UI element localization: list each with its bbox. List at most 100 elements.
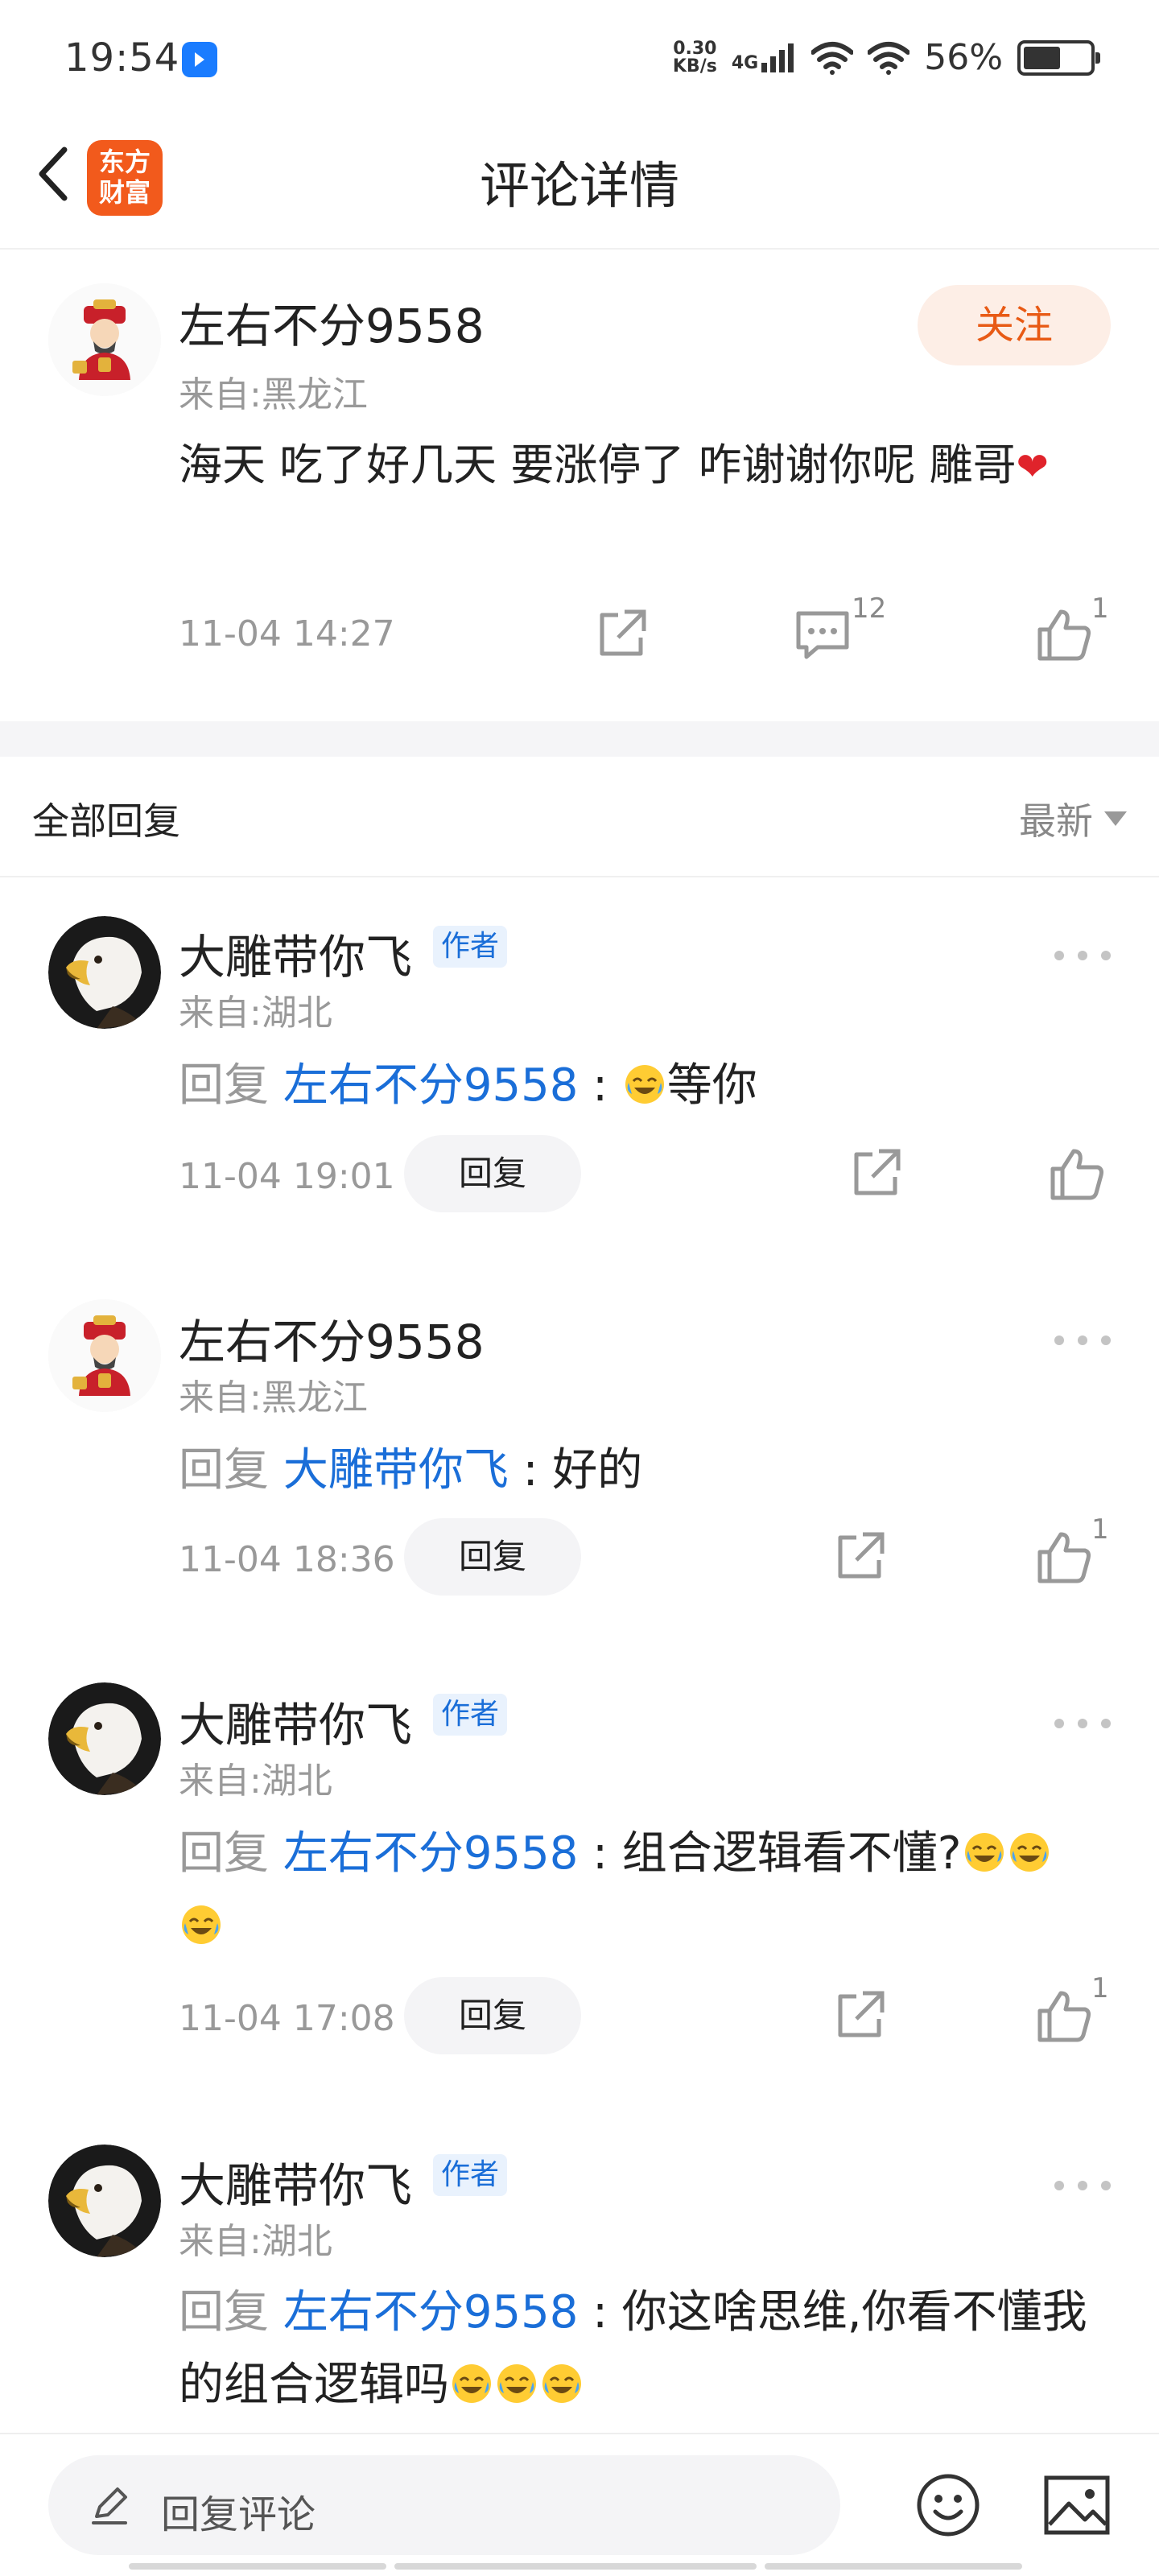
location: 来自:黑龙江 xyxy=(179,374,368,415)
avatar[interactable] xyxy=(48,283,161,396)
more-options-button[interactable] xyxy=(1054,1328,1111,1352)
avatar[interactable] xyxy=(48,916,161,1029)
username[interactable]: 左右不分9558 xyxy=(179,1304,485,1372)
reply-button[interactable]: 回复 xyxy=(404,1518,581,1596)
follow-button[interactable]: 关注 xyxy=(918,285,1111,365)
reply-button[interactable]: 回复 xyxy=(404,1977,581,2054)
share-icon xyxy=(838,1532,885,1579)
share-button[interactable] xyxy=(843,1141,908,1206)
reply-body: 等你 xyxy=(666,1059,757,1112)
author-badge: 作者 xyxy=(433,1694,508,1736)
like-count: 1 xyxy=(1091,1972,1109,2004)
reply-colon: : xyxy=(578,1059,622,1112)
comment-text: 海天 吃了好几天 要涨停了 咋谢谢你呢 雕哥❤ xyxy=(179,430,1088,502)
reply-comment-input[interactable]: 回复评论 xyxy=(48,2455,840,2555)
reply-item: 大雕带你飞 作者 来自:湖北 回复 左右不分9558 : 等你 11-04 19… xyxy=(0,879,1159,1264)
like-button[interactable] xyxy=(1032,1525,1096,1589)
caret-down-icon xyxy=(1104,811,1127,826)
reply-item: 大雕带你飞 作者 来自:湖北 回复 左右不分9558 : 组合逻辑看不懂? 11… xyxy=(0,1647,1159,2107)
laughing-crying-emoji-icon xyxy=(182,1905,221,1944)
reply-prefix: 回复 xyxy=(179,2286,283,2339)
reply-colon: : xyxy=(578,2286,622,2339)
laughing-crying-emoji-icon xyxy=(625,1065,664,1104)
home-indicator xyxy=(129,2563,1030,2570)
reply-target-user[interactable]: 左右不分9558 xyxy=(283,1059,579,1112)
reply-button[interactable]: 回复 xyxy=(404,1135,581,1212)
reply-time: 11-04 18:36 xyxy=(179,1539,395,1580)
share-icon xyxy=(854,1149,901,1195)
reply-target-user[interactable]: 大雕带你飞 xyxy=(283,1444,509,1496)
author-badge: 作者 xyxy=(433,2154,508,2196)
location: 来自:湖北 xyxy=(179,1761,332,1802)
like-count: 1 xyxy=(1091,1513,1109,1546)
like-button[interactable] xyxy=(1032,1984,1096,2048)
image-icon xyxy=(1044,2475,1110,2535)
avatar[interactable] xyxy=(48,2145,161,2257)
comment-body: 海天 吃了好几天 要涨停了 咋谢谢你呢 雕哥 xyxy=(179,440,1017,490)
reply-time: 11-04 19:01 xyxy=(179,1156,395,1197)
network-type: 4G xyxy=(731,52,759,73)
status-indicators: 0.30 KB/s 4G 56% xyxy=(672,37,1100,78)
eagle-avatar-icon xyxy=(48,1682,161,1795)
laughing-crying-emoji-icon xyxy=(542,2364,581,2403)
emoji-button[interactable] xyxy=(914,2471,982,2539)
laughing-crying-emoji-icon xyxy=(1009,1833,1049,1872)
location: 来自:湖北 xyxy=(179,2221,332,2262)
thumbs-up-icon xyxy=(1037,1991,1091,2042)
more-options-button[interactable] xyxy=(1054,1711,1111,1736)
like-button[interactable] xyxy=(1032,602,1096,667)
status-time: 19:54 xyxy=(64,35,180,80)
image-button[interactable] xyxy=(1043,2475,1111,2536)
reply-target-user[interactable]: 左右不分9558 xyxy=(283,2286,579,2339)
battery-percent: 56% xyxy=(924,37,1003,78)
share-button[interactable] xyxy=(827,1984,892,2048)
section-divider xyxy=(0,721,1159,757)
reply-input-placeholder: 回复评论 xyxy=(161,2492,316,2537)
bottom-bar: 回复评论 xyxy=(0,2433,1159,2576)
username[interactable]: 大雕带你飞 xyxy=(179,2148,412,2215)
battery-fill xyxy=(1024,46,1060,69)
location: 来自:湖北 xyxy=(179,993,332,1034)
comment-time: 11-04 14:27 xyxy=(179,613,395,654)
reply-item: 左右不分9558 来自:黑龙江 回复 大雕带你飞 : 好的 11-04 18:3… xyxy=(0,1264,1159,1647)
eagle-avatar-icon xyxy=(48,916,161,1029)
reply-body: 组合逻辑看不懂? xyxy=(621,1827,962,1880)
reply-colon: : xyxy=(578,1827,622,1880)
notification-app-icon xyxy=(182,42,217,77)
replies-header: 全部回复 最新 xyxy=(0,757,1159,877)
avatar[interactable] xyxy=(48,1682,161,1795)
comment-count: 12 xyxy=(852,592,887,625)
caishen-avatar-icon xyxy=(48,283,161,396)
main-comment: 左右不分9558 来自:黑龙江 关注 海天 吃了好几天 要涨停了 咋谢谢你呢 雕… xyxy=(0,251,1159,722)
more-options-button[interactable] xyxy=(1054,943,1111,968)
reply-time: 11-04 17:08 xyxy=(179,1998,395,2039)
battery-icon xyxy=(1017,39,1100,76)
network-speed: 0.30 KB/s xyxy=(672,38,717,76)
sort-button[interactable]: 最新 xyxy=(1019,792,1127,845)
nav-bar: 东方 财富 评论详情 xyxy=(0,121,1159,250)
location: 来自:黑龙江 xyxy=(179,1377,368,1418)
network-speed-unit: KB/s xyxy=(672,56,717,76)
cellular-signal-icon: 4G xyxy=(732,43,797,72)
username[interactable]: 大雕带你飞 xyxy=(179,919,412,987)
network-speed-value: 0.30 xyxy=(673,38,717,59)
share-button[interactable] xyxy=(827,1525,892,1589)
sort-label: 最新 xyxy=(1019,799,1093,843)
author-badge: 作者 xyxy=(433,926,508,968)
thumbs-up-icon xyxy=(1037,1532,1091,1583)
smiley-icon xyxy=(917,2474,980,2537)
reply-target-user[interactable]: 左右不分9558 xyxy=(283,1827,579,1880)
avatar[interactable] xyxy=(48,1299,161,1412)
comment-button[interactable] xyxy=(790,602,855,667)
username[interactable]: 左右不分9558 xyxy=(179,288,485,356)
reply-body: 好的 xyxy=(552,1444,643,1496)
username[interactable]: 大雕带你飞 xyxy=(179,1687,412,1755)
comment-icon xyxy=(796,611,849,659)
laughing-crying-emoji-icon xyxy=(964,1833,1004,1872)
like-button[interactable] xyxy=(1045,1141,1109,1206)
share-button[interactable] xyxy=(589,602,654,667)
pen-icon xyxy=(92,2487,127,2524)
like-count: 1 xyxy=(1091,592,1109,625)
more-options-button[interactable] xyxy=(1054,2174,1111,2198)
reply-text: 回复 左右不分9558 : 你这啥思维,你看不懂我的组合逻辑吗 xyxy=(179,2277,1096,2421)
